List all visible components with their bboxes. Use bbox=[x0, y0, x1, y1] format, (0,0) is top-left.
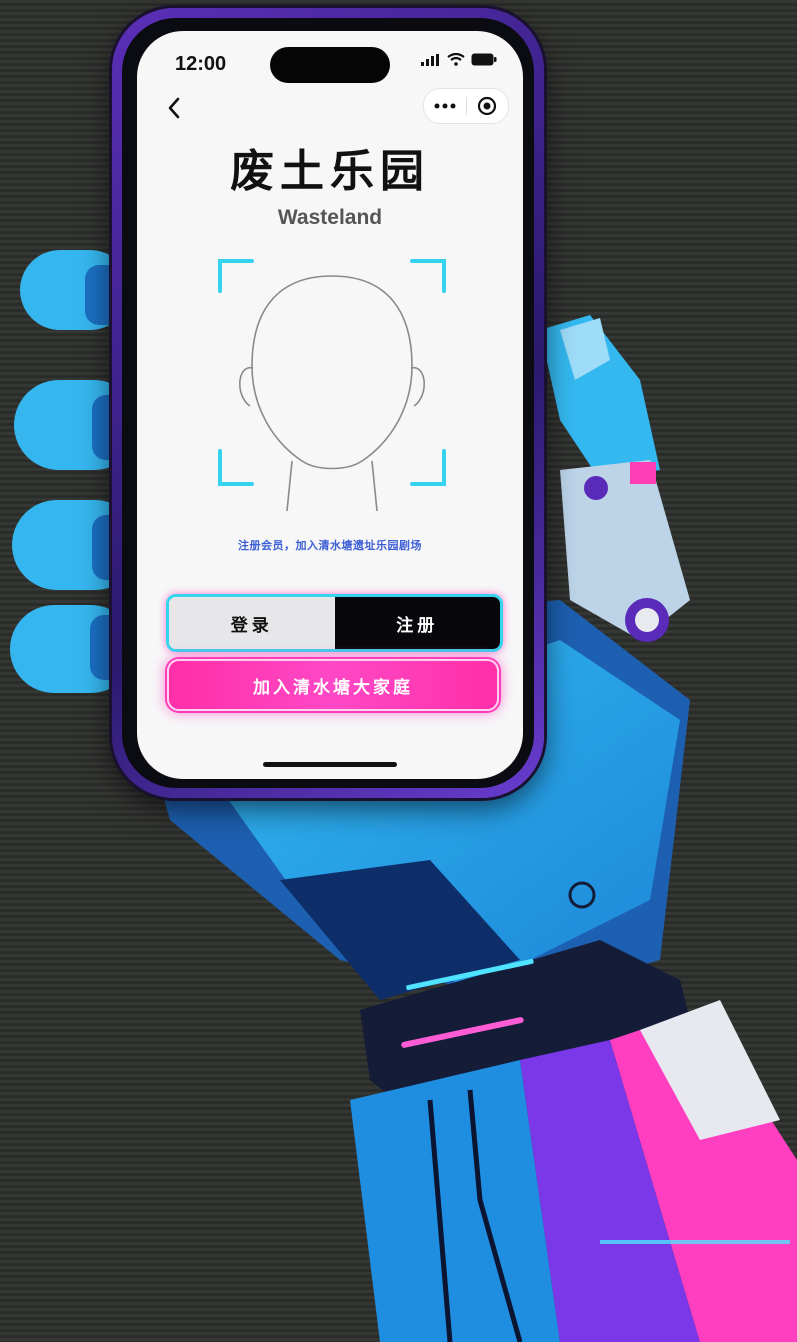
miniprogram-capsule bbox=[423, 88, 509, 124]
more-button[interactable] bbox=[424, 103, 466, 109]
join-family-button[interactable]: 加入清水塘大家庭 bbox=[167, 659, 499, 711]
home-indicator bbox=[263, 762, 397, 767]
phone-device: 12:00 废土乐园 Wasteland 注册会员，加入清水塘遗址乐园剧场 登录… bbox=[112, 8, 544, 798]
page-subtitle: Wasteland bbox=[277, 206, 383, 229]
auth-toggle: 登录 注册 bbox=[166, 594, 503, 652]
back-button[interactable] bbox=[159, 93, 189, 123]
app-screen: 12:00 废土乐园 Wasteland 注册会员，加入清水塘遗址乐园剧场 登录… bbox=[137, 31, 523, 779]
signal-icon bbox=[421, 53, 439, 66]
wifi-icon bbox=[447, 53, 465, 66]
register-tab[interactable]: 注册 bbox=[334, 597, 500, 649]
dynamic-island bbox=[270, 47, 390, 83]
battery-icon bbox=[471, 53, 497, 66]
face-outline-icon bbox=[218, 259, 446, 511]
close-miniprogram-button[interactable] bbox=[467, 96, 509, 116]
chevron-left-icon bbox=[168, 97, 180, 119]
more-dots-icon bbox=[434, 103, 456, 109]
login-tab[interactable]: 登录 bbox=[169, 597, 335, 649]
status-time: 12:00 bbox=[175, 53, 227, 75]
register-hint-text: 注册会员，加入清水塘遗址乐园剧场 bbox=[238, 539, 422, 552]
face-scan-area[interactable] bbox=[217, 256, 447, 511]
page-title: 废土乐园 bbox=[230, 146, 430, 197]
status-icons bbox=[421, 53, 497, 66]
target-circle-icon bbox=[478, 96, 497, 116]
